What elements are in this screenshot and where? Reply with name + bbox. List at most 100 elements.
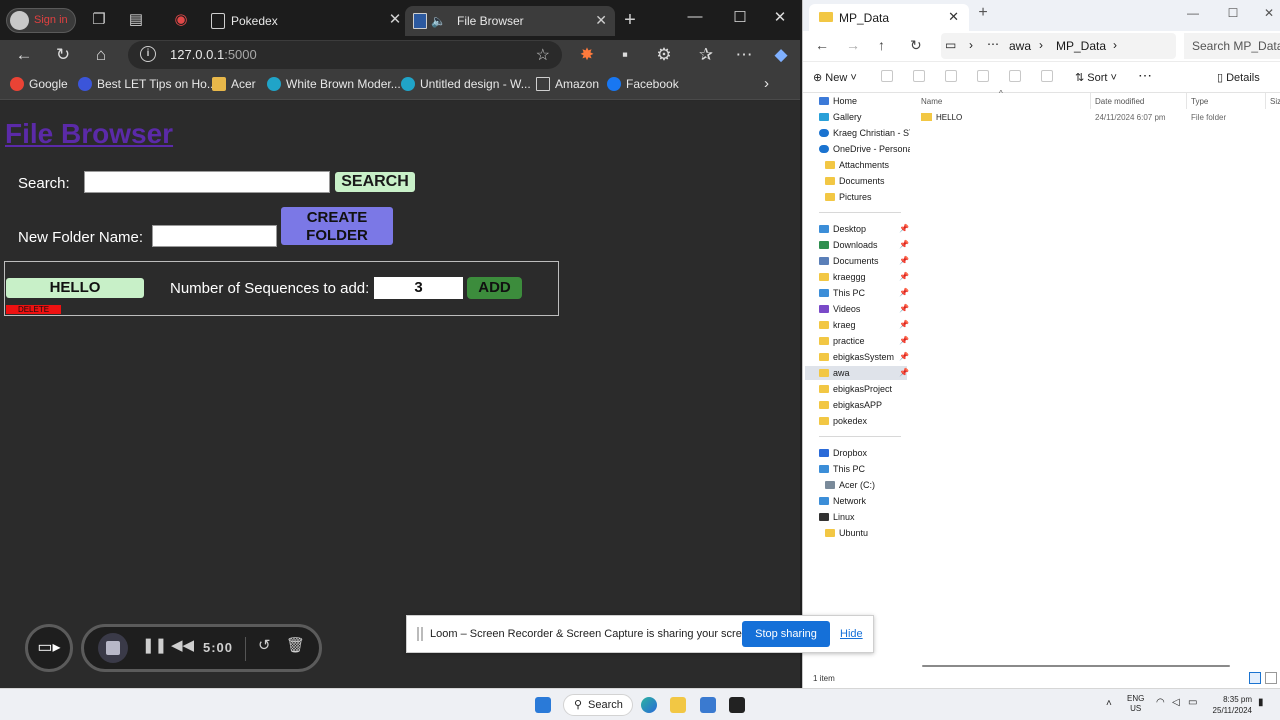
- delete-icon[interactable]: [1041, 70, 1053, 82]
- stop-sharing-button[interactable]: Stop sharing: [742, 621, 830, 647]
- cut-icon[interactable]: [881, 70, 893, 82]
- notepad-icon[interactable]: [700, 697, 716, 713]
- column-divider[interactable]: [1265, 93, 1266, 109]
- drag-handle-icon[interactable]: [417, 627, 423, 641]
- bookmark-acer[interactable]: Acer: [212, 77, 256, 91]
- extension-icon[interactable]: ▪: [613, 43, 637, 67]
- tab-file-browser[interactable]: 🔈 File Browser ✕: [405, 6, 615, 36]
- delete-button[interactable]: DELETE: [6, 305, 61, 314]
- chevron-up-icon[interactable]: ˄: [1106, 698, 1112, 709]
- record-icon[interactable]: ◉: [171, 10, 191, 30]
- nav-item-pokedex[interactable]: pokedex: [819, 414, 867, 428]
- column-header-size[interactable]: Size: [1270, 95, 1280, 109]
- maximize-icon[interactable]: ☐: [1223, 6, 1243, 20]
- rename-icon[interactable]: [977, 70, 989, 82]
- vertical-tabs-icon[interactable]: ▤: [126, 10, 146, 30]
- details-button[interactable]: ▯ Details: [1217, 71, 1260, 84]
- nav-item-onedrive-personal[interactable]: OneDrive - Personal: [819, 142, 915, 156]
- bookmark-google[interactable]: Google: [10, 77, 68, 91]
- workspaces-icon[interactable]: ❐: [89, 10, 109, 30]
- file-explorer-icon[interactable]: [670, 697, 686, 713]
- nav-item-onedrive-sti[interactable]: Kraeg Christian - STI: [819, 126, 917, 140]
- restart-icon[interactable]: ↺: [258, 636, 271, 654]
- nav-item-this-pc[interactable]: This PC 📌: [819, 286, 909, 300]
- sort-button[interactable]: ⇅ Sort ˅: [1075, 71, 1117, 84]
- share-icon[interactable]: [1009, 70, 1021, 82]
- nav-item-videos[interactable]: Videos 📌: [819, 302, 909, 316]
- copy-icon[interactable]: [913, 70, 925, 82]
- start-icon[interactable]: [535, 697, 551, 713]
- chevron-right-icon[interactable]: ›: [764, 75, 769, 92]
- hide-link[interactable]: Hide: [840, 628, 863, 640]
- extension-icon[interactable]: ✸: [575, 43, 599, 67]
- extensions-icon[interactable]: ⚙: [652, 43, 676, 67]
- close-window-icon[interactable]: ✕: [1259, 6, 1279, 20]
- bookmark-facebook[interactable]: Facebook: [607, 77, 679, 91]
- nav-item-kraeggg[interactable]: kraeggg 📌: [819, 270, 909, 284]
- explorer-search-input[interactable]: Search MP_Data: [1184, 33, 1280, 59]
- breadcrumb-item[interactable]: MP_Data: [1056, 39, 1106, 53]
- close-tab-icon[interactable]: ✕: [948, 9, 959, 25]
- trash-icon[interactable]: 🗑: [286, 636, 305, 654]
- nav-item-ebigkasapp[interactable]: ebigkasAPP: [819, 398, 882, 412]
- column-header-date[interactable]: Date modified: [1095, 95, 1144, 109]
- page-title[interactable]: File Browser: [5, 118, 173, 150]
- volume-icon[interactable]: ◁: [1172, 697, 1180, 708]
- stop-recording-button[interactable]: [98, 633, 128, 663]
- search-input[interactable]: [84, 171, 330, 193]
- close-tab-icon[interactable]: ✕: [385, 10, 405, 30]
- maximize-icon[interactable]: ☐: [725, 8, 755, 26]
- search-button[interactable]: SEARCH: [335, 172, 415, 192]
- nav-item-downloads[interactable]: Downloads 📌: [819, 238, 909, 252]
- create-folder-button[interactable]: CREATE FOLDER: [281, 207, 393, 245]
- audio-icon[interactable]: 🔈: [431, 14, 446, 28]
- breadcrumb[interactable]: ▭ › ⋯ awa › MP_Data ›: [941, 33, 1176, 59]
- nav-item-acer-c[interactable]: Acer (C:): [825, 478, 875, 492]
- nav-item-network[interactable]: Network: [819, 494, 866, 508]
- nav-item-gallery[interactable]: Gallery: [819, 110, 862, 124]
- horizontal-scrollbar[interactable]: [922, 665, 1230, 667]
- nav-item-ebigkasproject[interactable]: ebigkasProject: [819, 382, 892, 396]
- nav-item-ebigkassystem[interactable]: ebigkasSystem 📌: [819, 350, 909, 364]
- terminal-icon[interactable]: [729, 697, 745, 713]
- more-menu-icon[interactable]: ⋯: [732, 43, 756, 67]
- details-view-icon[interactable]: [1249, 672, 1261, 684]
- tab-pokedex[interactable]: Pokedex: [203, 6, 403, 36]
- close-tab-icon[interactable]: ✕: [595, 12, 607, 29]
- breadcrumb-item[interactable]: awa: [1009, 39, 1031, 53]
- nav-item-dropbox[interactable]: Dropbox: [819, 446, 867, 460]
- minimize-icon[interactable]: —: [680, 8, 710, 25]
- favorite-star-icon[interactable]: ☆: [536, 45, 550, 65]
- favorites-icon[interactable]: ✰: [694, 43, 718, 67]
- new-tab-icon[interactable]: +: [620, 10, 640, 30]
- more-icon[interactable]: ⋯: [1138, 67, 1152, 84]
- refresh-icon[interactable]: ↻: [51, 43, 75, 67]
- nav-item-pictures[interactable]: Pictures: [825, 190, 872, 204]
- battery-icon[interactable]: ▭: [1188, 697, 1197, 708]
- nav-item-home[interactable]: Home: [819, 94, 857, 108]
- new-tab-icon[interactable]: +: [973, 4, 993, 22]
- nav-item-practice[interactable]: practice 📌: [819, 334, 909, 348]
- nav-item-awa[interactable]: awa 📌: [819, 366, 909, 380]
- nav-item-desktop[interactable]: Desktop 📌: [819, 222, 909, 236]
- tiles-view-icon[interactable]: [1265, 672, 1277, 684]
- paste-icon[interactable]: [945, 70, 957, 82]
- home-icon[interactable]: ⌂: [89, 43, 113, 67]
- column-header-name[interactable]: Name: [921, 95, 942, 109]
- nav-item-documents[interactable]: Documents 📌: [819, 254, 909, 268]
- profile-button[interactable]: Sign in: [6, 8, 76, 33]
- camera-toggle-button[interactable]: ▭▸: [25, 624, 73, 672]
- up-icon[interactable]: ↑: [878, 37, 885, 53]
- nav-item-this-pc[interactable]: This PC: [819, 462, 865, 476]
- clock[interactable]: 8:35 pm 25/11/2024: [1210, 694, 1252, 716]
- close-window-icon[interactable]: ✕: [765, 8, 795, 26]
- sequences-input[interactable]: 3: [374, 277, 463, 299]
- new-button[interactable]: ⊕ New ˅: [813, 71, 857, 84]
- bookmark-untitled-design[interactable]: Untitled design - W...: [401, 77, 531, 91]
- forward-icon[interactable]: →: [846, 37, 860, 53]
- pause-icon[interactable]: ❚❚: [142, 636, 167, 654]
- nav-item-documents[interactable]: Documents: [825, 174, 885, 188]
- nav-item-ubuntu[interactable]: Ubuntu: [825, 526, 868, 540]
- file-name[interactable]: HELLO: [921, 111, 962, 125]
- bookmark-let-tips[interactable]: Best LET Tips on Ho...: [78, 77, 217, 91]
